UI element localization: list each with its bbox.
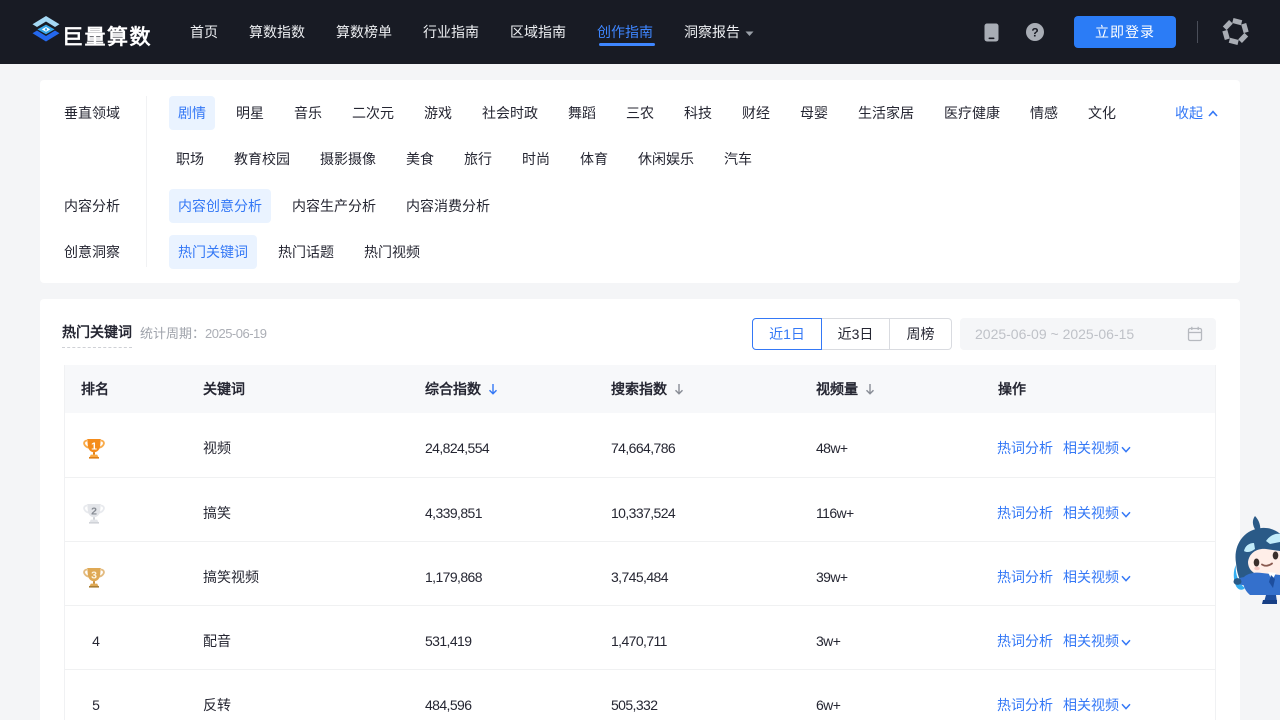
svg-text:2: 2 — [91, 506, 97, 518]
svg-text:3: 3 — [91, 570, 97, 582]
svg-text:?: ? — [1031, 25, 1038, 39]
svg-text:1: 1 — [91, 441, 97, 453]
